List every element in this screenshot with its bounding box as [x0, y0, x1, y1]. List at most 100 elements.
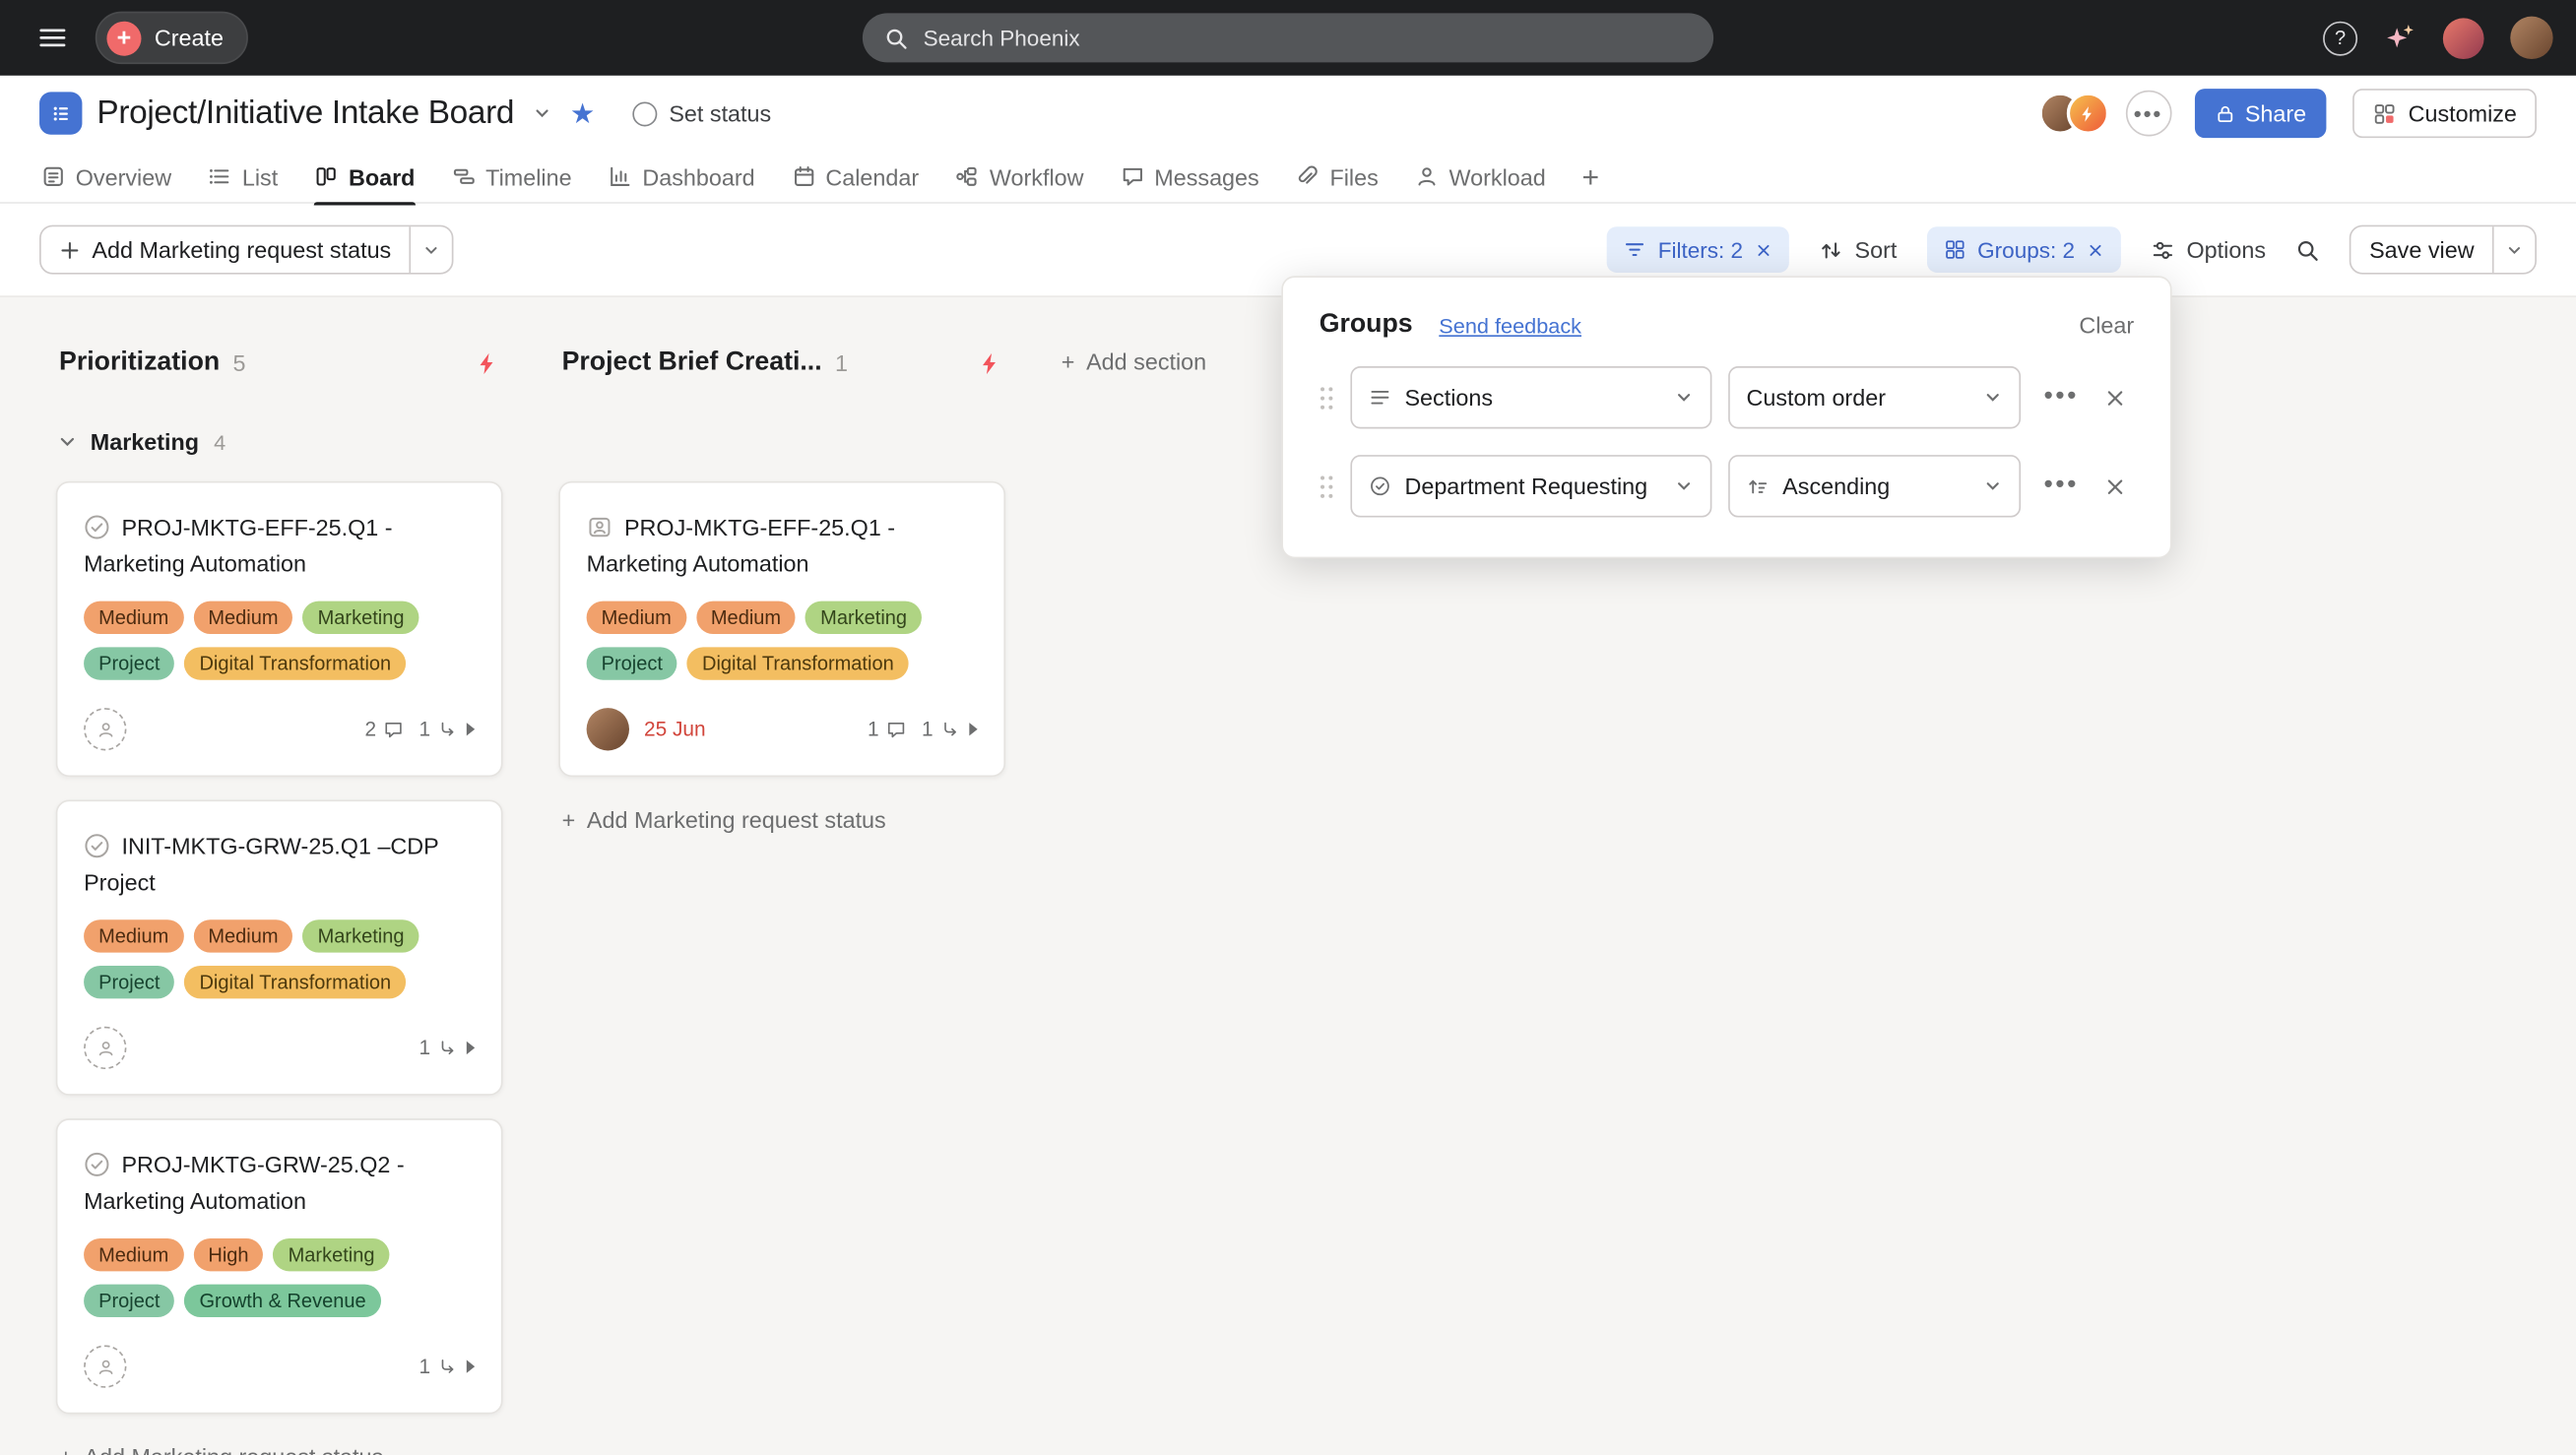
check-circle-icon[interactable] [84, 833, 110, 859]
global-search[interactable] [863, 13, 1713, 62]
group-order-value: Custom order [1746, 384, 1969, 411]
expand-subtasks-icon[interactable] [467, 1042, 475, 1054]
tab-timeline[interactable]: Timeline [451, 151, 571, 203]
tab-label: Workload [1449, 163, 1546, 190]
hamburger-icon [37, 23, 67, 52]
groups-panel-header: Groups Send feedback Clear [1320, 310, 2135, 340]
help-button[interactable]: ? [2323, 21, 2357, 55]
task-name: PROJ-MKTG-GRW-25.Q2 - Marketing Automati… [84, 1152, 405, 1214]
tag: Digital Transformation [687, 647, 909, 679]
assignee-avatar[interactable] [587, 708, 629, 750]
sort-button[interactable]: Sort [1819, 236, 1898, 263]
row-more-options-button[interactable]: ••• [2043, 383, 2079, 412]
user-avatar[interactable] [2510, 17, 2552, 59]
customize-button[interactable]: Customize [2352, 89, 2537, 138]
options-button[interactable]: Options [2151, 236, 2266, 263]
tab-messages[interactable]: Messages [1120, 151, 1258, 203]
card-title: INIT-MKTG-GRW-25.Q1 –CDP Project [84, 828, 475, 900]
clear-groups-button[interactable]: Clear [2079, 312, 2134, 339]
filters-label: Filters: 2 [1658, 237, 1743, 262]
add-status-split-button: Add Marketing request status [39, 225, 454, 275]
project-board-icon [39, 92, 82, 134]
page-title: Project/Initiative Intake Board [97, 95, 514, 132]
title-chevron-down-icon[interactable] [532, 103, 551, 123]
filters-pill[interactable]: Filters: 2 [1607, 226, 1789, 273]
drag-handle[interactable] [1320, 385, 1334, 410]
rule-avatar[interactable] [2066, 92, 2108, 134]
expand-subtasks-icon[interactable] [969, 723, 977, 735]
tab-list[interactable]: List [208, 151, 278, 203]
favorite-star-icon[interactable]: ★ [570, 99, 595, 127]
expand-subtasks-icon[interactable] [467, 723, 475, 735]
timeline-icon [451, 164, 476, 189]
expand-subtasks-icon[interactable] [467, 1360, 475, 1372]
rules-bolt-icon[interactable] [475, 350, 499, 375]
group-field-select[interactable]: Department Requesting [1350, 455, 1711, 517]
search-input[interactable] [924, 26, 1693, 50]
app: + Create ? Project/Initiative Intake Boa… [0, 0, 2576, 1455]
create-button[interactable]: + Create [96, 12, 248, 64]
card-meta: 1 [419, 1037, 476, 1059]
clear-groups-icon[interactable] [2087, 240, 2104, 258]
lock-icon [2214, 102, 2235, 124]
share-button[interactable]: Share [2194, 89, 2326, 138]
unassigned-avatar[interactable] [84, 708, 126, 750]
sort-label: Sort [1855, 236, 1898, 263]
add-card-button[interactable]: + Add Marketing request status [558, 806, 1005, 833]
card-footer: 2 1 [84, 706, 475, 752]
row-more-options-button[interactable]: ••• [2043, 472, 2079, 501]
save-view-dropdown-caret[interactable] [2492, 226, 2535, 273]
chevron-down-icon [1674, 388, 1694, 408]
chevron-down-icon [2505, 240, 2523, 258]
card-title: PROJ-MKTG-EFF-25.Q1 - Marketing Automati… [587, 509, 978, 581]
column-header: Project Brief Creati... 1 [558, 340, 1005, 386]
group-order-select[interactable]: Ascending [1728, 455, 2021, 517]
save-view-button[interactable]: Save view [2351, 226, 2492, 273]
set-status-button[interactable]: Set status [633, 100, 772, 127]
tab-board[interactable]: Board [314, 151, 416, 203]
approval-icon[interactable] [587, 514, 613, 540]
add-card-button[interactable]: + Add Marketing request status [56, 1443, 503, 1455]
tab-workload[interactable]: Workload [1414, 151, 1545, 203]
tab-overview[interactable]: Overview [41, 151, 171, 203]
send-feedback-link[interactable]: Send feedback [1439, 313, 1581, 338]
close-icon [2105, 387, 2127, 409]
add-tab-button[interactable]: + [1581, 161, 1599, 191]
task-card[interactable]: INIT-MKTG-GRW-25.Q1 –CDP Project Medium … [56, 799, 503, 1095]
rules-bolt-icon[interactable] [978, 350, 1002, 375]
unassigned-avatar[interactable] [84, 1345, 126, 1387]
hamburger-menu-button[interactable] [23, 8, 82, 67]
task-card[interactable]: PROJ-MKTG-EFF-25.Q1 - Marketing Automati… [558, 481, 1005, 777]
tab-dashboard[interactable]: Dashboard [608, 151, 754, 203]
member-avatar[interactable] [2443, 18, 2484, 59]
section-collapse-chevron-icon[interactable] [59, 433, 76, 450]
paperclip-icon [1295, 164, 1320, 189]
tab-calendar[interactable]: Calendar [791, 151, 919, 203]
group-field-select[interactable]: Sections [1350, 366, 1711, 428]
remove-group-rule-button[interactable] [2105, 475, 2127, 497]
comment-count: 1 [868, 718, 907, 740]
board-search-button[interactable] [2295, 237, 2320, 262]
tab-files[interactable]: Files [1295, 151, 1378, 203]
unassigned-avatar[interactable] [84, 1027, 126, 1069]
clear-filters-icon[interactable] [1755, 240, 1772, 258]
add-status-dropdown-caret[interactable] [410, 226, 452, 273]
more-options-button[interactable]: ••• [2125, 91, 2171, 137]
groups-pill[interactable]: Groups: 2 [1926, 226, 2120, 273]
check-circle-icon[interactable] [84, 514, 110, 540]
add-status-button[interactable]: Add Marketing request status [41, 226, 410, 273]
add-status-label: Add Marketing request status [92, 236, 391, 263]
tab-workflow[interactable]: Workflow [955, 151, 1084, 203]
group-order-select[interactable]: Custom order [1728, 366, 2021, 428]
add-section-label: Add section [1086, 348, 1206, 375]
task-card[interactable]: PROJ-MKTG-GRW-25.Q2 - Marketing Automati… [56, 1118, 503, 1414]
help-label: ? [2335, 27, 2346, 49]
groups-label: Groups: 2 [1977, 237, 2075, 262]
ai-sparkles-icon[interactable] [2384, 22, 2416, 54]
column-header: Prioritization 5 [56, 340, 503, 386]
task-card[interactable]: PROJ-MKTG-EFF-25.Q1 - Marketing Automati… [56, 481, 503, 777]
remove-group-rule-button[interactable] [2105, 387, 2127, 409]
add-section-button[interactable]: + Add section [1062, 348, 1206, 375]
drag-handle[interactable] [1320, 474, 1334, 498]
check-circle-icon[interactable] [84, 1152, 110, 1178]
